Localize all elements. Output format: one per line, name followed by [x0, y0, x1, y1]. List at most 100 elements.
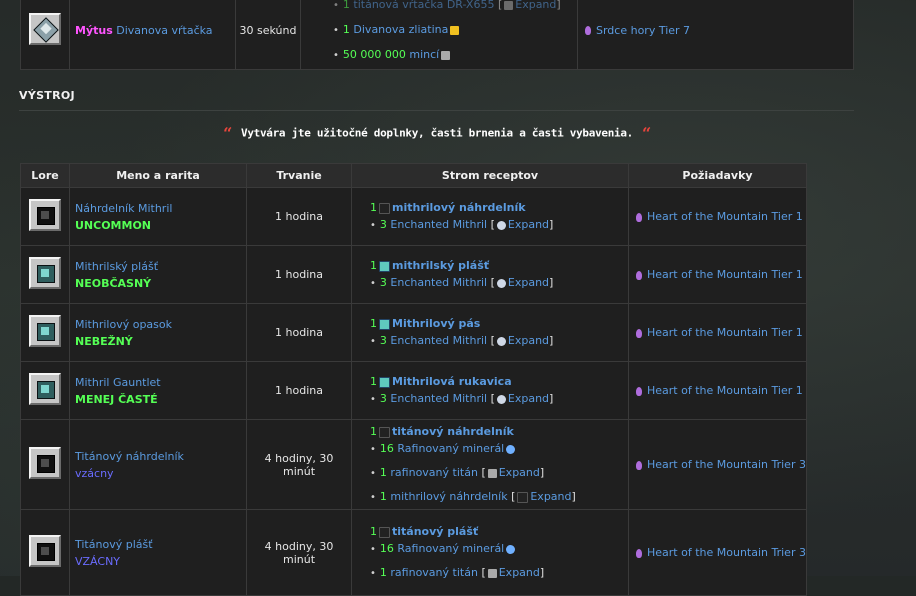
- recipe-tree-cell: 1 mithrilový náhrdelník • 3 Enchanted Mith…: [351, 187, 629, 246]
- rarity-label: NEBEŽNÝ: [75, 334, 133, 348]
- expand-link[interactable]: Expand: [515, 0, 556, 11]
- recipe-line: 1 Mithrilová rukavica: [370, 375, 512, 388]
- recipe-link[interactable]: mithrilový náhrdelník: [392, 201, 526, 214]
- duration-cell: 30 sekúnd: [235, 0, 301, 70]
- item-link[interactable]: Mithrilský plášť: [75, 260, 158, 273]
- recipe-link[interactable]: Divanova zliatina: [353, 23, 448, 36]
- recipe-link[interactable]: titánový plášť: [392, 525, 478, 538]
- necklace-item-icon[interactable]: [29, 199, 61, 231]
- requirement-cell: Heart of the Mountain Tier 1: [628, 187, 807, 246]
- lore-cell: [20, 245, 70, 304]
- item-link[interactable]: Divanova vŕtačka: [116, 24, 212, 37]
- header-name: Meno a rarita: [69, 163, 247, 188]
- section-quote: “ Vytvára jte užitočné doplnky, časti brn…: [0, 124, 874, 143]
- item-link[interactable]: Mithrilový opasok: [75, 318, 172, 331]
- name-cell: Mithril Gauntlet MENEJ ČASTÉ: [69, 361, 247, 420]
- recipe-link[interactable]: Enchanted Mithril: [390, 276, 487, 289]
- table-row: Mithrilový opasok NEBEŽNÝ 1 hodina 1 Mith…: [20, 303, 807, 362]
- titanium-necklace-item-icon[interactable]: [29, 447, 61, 479]
- recipe-line: • 16 Rafinovaný minerál: [370, 540, 628, 558]
- cloak-icon: [379, 260, 390, 272]
- requirement-cell: Heart of the Mountain Tier 1: [628, 303, 807, 362]
- header-recipe-tree: Strom receptov: [351, 163, 629, 188]
- recipe-link[interactable]: titánový náhrdelník: [392, 425, 514, 438]
- lore-cell: [20, 361, 70, 420]
- requirement-link[interactable]: Heart of the Mountain Tier 1: [647, 268, 803, 281]
- requirement-link[interactable]: Heart of the Mountain Tier 1: [647, 326, 803, 339]
- recipe-link[interactable]: rafinovaný titán: [390, 466, 478, 479]
- rarity-label: VZÁCNY: [75, 554, 121, 568]
- gem-icon: [636, 386, 642, 396]
- expand-link[interactable]: Expand: [508, 392, 549, 405]
- item-link[interactable]: Titánový plášť: [75, 538, 153, 551]
- name-cell: Náhrdelník Mithril UNCOMMON: [69, 187, 247, 246]
- recipe-link[interactable]: Enchanted Mithril: [390, 334, 487, 347]
- rarity-label: MENEJ ČASTÉ: [75, 392, 158, 406]
- lore-cell: [20, 509, 70, 596]
- name-cell: Mithrilový opasok NEBEŽNÝ: [69, 303, 247, 362]
- item-link[interactable]: Titánový náhrdelník: [75, 450, 184, 463]
- recipe-tree-cell: 1 titánový náhrdelník • 16 Rafinovaný mine…: [351, 419, 629, 510]
- recipe-line: • 50 000 000 mincí: [333, 46, 577, 64]
- gem-icon: [636, 460, 642, 470]
- rarity-label: Mýtus: [75, 23, 113, 37]
- cloak-item-icon[interactable]: [29, 257, 61, 289]
- drill-item-icon[interactable]: [29, 12, 61, 45]
- expand-link[interactable]: Expand: [499, 566, 540, 579]
- expand-link[interactable]: Expand: [499, 466, 540, 479]
- duration-cell: 1 hodina: [246, 303, 352, 362]
- gem-icon: [585, 26, 591, 35]
- mithril-icon: [496, 394, 506, 404]
- requirement-link[interactable]: Heart of the Mountain Tier 1: [647, 384, 803, 397]
- requirement-link[interactable]: Srdce hory Tier 7: [596, 24, 690, 37]
- rarity-label: NEOBČASNÝ: [75, 276, 152, 290]
- equipment-table: Lore Meno a rarita Trvanie Strom recepto…: [20, 163, 807, 596]
- gauntlet-item-icon[interactable]: [29, 373, 61, 405]
- recipe-link[interactable]: Rafinovaný minerál: [397, 442, 504, 455]
- recipe-link[interactable]: rafinovaný titán: [390, 566, 478, 579]
- requirement-link[interactable]: Heart of the Mountain Tier 1: [647, 210, 803, 223]
- item-link[interactable]: Mithril Gauntlet: [75, 376, 161, 389]
- expand-link[interactable]: Expand: [530, 490, 571, 503]
- name-cell: Mýtus Divanova vŕtačka: [69, 0, 236, 70]
- requirement-cell: Srdce hory Tier 7: [577, 0, 854, 70]
- recipe-link[interactable]: Enchanted Mithril: [390, 392, 487, 405]
- expand-link[interactable]: Expand: [508, 218, 549, 231]
- name-cell: Mithrilský plášť NEOBČASNÝ: [69, 245, 247, 304]
- gem-icon: [636, 328, 642, 338]
- recipe-tree-cell: 1 Mithrilová rukavica • 3 Enchanted Mithri…: [351, 361, 629, 420]
- item-link[interactable]: Náhrdelník Mithril: [75, 202, 172, 215]
- recipe-link[interactable]: mincí: [409, 48, 439, 61]
- recipe-link[interactable]: titánová vŕtačka DR-X655: [353, 0, 494, 11]
- duration-cell: 4 hodiny, 30 minút: [246, 419, 352, 510]
- rarity-label: vzácny: [75, 466, 114, 480]
- necklace-icon: [379, 426, 390, 438]
- coins-icon: [441, 50, 451, 60]
- expand-link[interactable]: Expand: [508, 334, 549, 347]
- recipe-tree-cell: 1 mithrilský plášť • 3 Enchanted Mithril […: [351, 245, 629, 304]
- requirement-link[interactable]: Heart of the Mountain Trier 3: [647, 458, 806, 471]
- necklace-icon: [379, 202, 390, 214]
- expand-link[interactable]: Expand: [508, 276, 549, 289]
- belt-item-icon[interactable]: [29, 315, 61, 347]
- recipe-line: • 1 mithrilový náhrdelník [Expand]: [370, 490, 576, 503]
- recipe-link[interactable]: Mithrilový pás: [392, 317, 480, 330]
- recipe-link[interactable]: Rafinovaný minerál: [397, 542, 504, 555]
- recipe-line: • 1 Divanova zliatina: [333, 21, 577, 39]
- necklace-icon: [517, 491, 529, 503]
- header-lore: Lore: [20, 163, 70, 188]
- titanium-cloak-item-icon[interactable]: [29, 535, 61, 567]
- alloy-icon: [450, 25, 460, 35]
- recipe-link[interactable]: Mithrilová rukavica: [392, 375, 512, 388]
- recipe-link[interactable]: mithrilový náhrdelník: [390, 490, 507, 503]
- quote-close-mark: “: [642, 124, 651, 143]
- recipe-line: • 1 titánová vŕtačka DR-X655 [Expand]: [333, 0, 561, 11]
- recipe-link[interactable]: Enchanted Mithril: [390, 218, 487, 231]
- belt-icon: [379, 318, 390, 330]
- recipe-link[interactable]: mithrilský plášť: [392, 259, 489, 272]
- duration-cell: 1 hodina: [246, 187, 352, 246]
- titanium-icon: [487, 568, 497, 578]
- requirement-link[interactable]: Heart of the Mountain Trier 3: [647, 546, 806, 559]
- recipe-line: • 3 Enchanted Mithril [Expand]: [370, 334, 554, 347]
- recipe-tree-cell: 1 titánový plášť • 16 Rafinovaný minerál •…: [351, 509, 629, 596]
